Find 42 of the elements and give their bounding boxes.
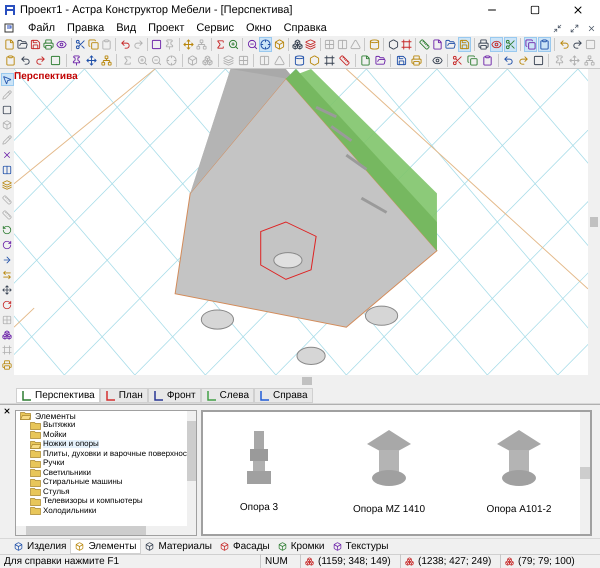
tree-item[interactable]: Элементы (35, 412, 76, 420)
view-tab[interactable]: Слева (200, 388, 254, 403)
menu-item[interactable]: Сервис (190, 20, 240, 36)
window-title: Проект1 - Астра Конструктор Мебели - [Перспектива] (20, 2, 294, 18)
coordinates: (1159; 348; 149) (318, 555, 391, 568)
view-tab[interactable]: Перспектива (16, 388, 100, 403)
tree-item[interactable]: Светильники (43, 468, 91, 477)
tree-item[interactable]: Вытяжки (43, 421, 76, 430)
coordinates: (1238; 427; 249) (418, 555, 492, 568)
view-label: Перспектива (14, 70, 78, 84)
coordinates: (79; 79; 100) (518, 555, 575, 568)
tree-item[interactable]: Стулья (43, 488, 70, 496)
menu-item[interactable]: Файл (22, 20, 62, 36)
tree-item[interactable]: Холодильники (43, 506, 96, 515)
tree-item[interactable]: Стиральные машины (43, 478, 122, 486)
item-label: Опора MZ 1410 (352, 502, 426, 516)
tree-item[interactable]: Мойки (43, 430, 67, 439)
item-label: Опора A101-2 (486, 502, 552, 516)
catalog-item[interactable]: Опора 3 (219, 431, 299, 515)
menu-item[interactable]: Вид (110, 20, 142, 36)
num-lock-indicator: NUM (260, 554, 300, 568)
tree-item[interactable]: Ручки (43, 459, 64, 468)
tree-item[interactable]: Ножки и опоры (43, 440, 99, 448)
panel-tab[interactable]: Элементы (70, 539, 142, 554)
panel-tab[interactable]: Фасады (216, 539, 274, 554)
catalog-item[interactable]: Опора A101-2 (479, 430, 559, 516)
status-hint: Для справки нажмите F1 (3, 555, 120, 568)
view-tab[interactable]: Фронт (148, 388, 201, 403)
catalog-item[interactable]: Опора MZ 1410 (349, 430, 429, 516)
panel-tab[interactable]: Материалы (141, 539, 216, 554)
view-tab[interactable]: Справа (254, 388, 313, 403)
menu-item[interactable]: Окно (240, 20, 278, 36)
menu-item[interactable]: Справка (278, 20, 333, 36)
view-tab[interactable]: План (100, 388, 148, 403)
tree-item[interactable]: Телевизоры и компьютеры (43, 497, 143, 506)
tree-item[interactable]: Плиты, духовки и варочные поверхнос (43, 450, 187, 458)
panel-tab[interactable]: Кромки (274, 539, 329, 554)
panel-tab[interactable]: Текстуры (328, 539, 392, 554)
item-label: Опора 3 (240, 501, 278, 515)
menu-item[interactable]: Правка (61, 20, 110, 36)
panel-tab[interactable]: Изделия (10, 539, 70, 554)
menu-item[interactable]: Проект (142, 20, 190, 36)
